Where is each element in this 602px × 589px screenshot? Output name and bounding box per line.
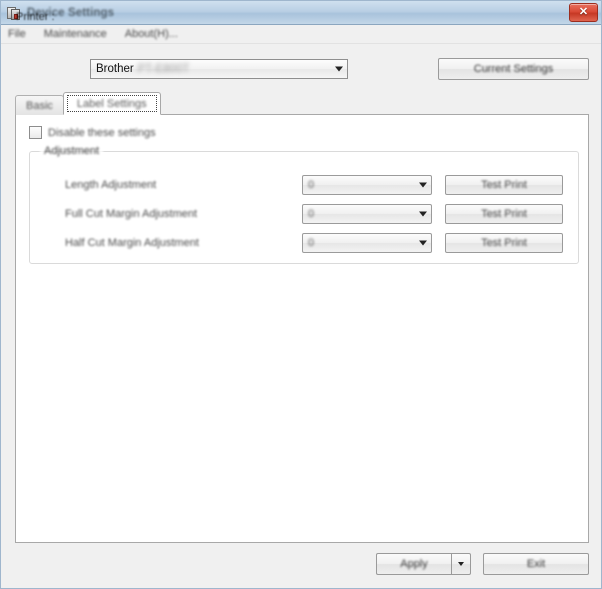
tab-label-settings[interactable]: Label Settings: [62, 92, 161, 115]
length-test-print-label: Test Print: [481, 179, 527, 191]
printer-select[interactable]: Brother PT-E800T: [90, 59, 348, 79]
chevron-down-icon: [419, 240, 427, 246]
chevron-down-icon: [458, 562, 464, 566]
row-length-adjustment: Length Adjustment 0 Test Print: [30, 175, 578, 197]
menu-item-maintenance[interactable]: Maintenance: [44, 26, 116, 42]
apply-button[interactable]: Apply: [376, 553, 451, 575]
menu-bar: File Maintenance About(H)...: [1, 25, 601, 44]
half-cut-margin-label: Half Cut Margin Adjustment: [65, 237, 199, 249]
disable-settings-checkbox[interactable]: [29, 126, 42, 139]
printer-model: PT-E800T: [137, 63, 190, 75]
chevron-down-icon: [335, 66, 343, 72]
chevron-down-icon: [419, 182, 427, 188]
adjustment-group-title: Adjustment: [40, 145, 104, 157]
menu-item-file[interactable]: File: [8, 26, 35, 42]
tab-label-settings-label: Label Settings: [76, 97, 147, 110]
label-settings-panel: Disable these settings Adjustment Length…: [15, 114, 589, 543]
full-cut-test-print-label: Test Print: [481, 208, 527, 220]
current-settings-button[interactable]: Current Settings: [438, 58, 589, 80]
chevron-down-icon: [419, 211, 427, 217]
row-half-cut-margin-adjustment: Half Cut Margin Adjustment 0 Test Print: [30, 233, 578, 255]
close-button[interactable]: ✕: [569, 3, 598, 22]
half-cut-test-print-label: Test Print: [481, 237, 527, 249]
length-adjustment-label: Length Adjustment: [65, 179, 157, 191]
half-cut-margin-value: 0: [308, 237, 315, 249]
half-cut-margin-select[interactable]: 0: [302, 233, 432, 253]
half-cut-test-print-button[interactable]: Test Print: [445, 233, 563, 253]
disable-settings-row[interactable]: Disable these settings: [29, 126, 156, 139]
adjustment-group: Adjustment Length Adjustment 0 Test Prin…: [29, 145, 579, 264]
device-settings-window: Device Settings ✕ File Maintenance About…: [0, 0, 602, 589]
printer-brand: Brother: [96, 63, 134, 75]
full-cut-margin-value: 0: [308, 208, 315, 220]
tab-basic[interactable]: Basic: [15, 95, 64, 115]
close-icon: ✕: [578, 6, 589, 18]
length-test-print-button[interactable]: Test Print: [445, 175, 563, 195]
printer-label: Printer :: [16, 11, 55, 23]
apply-dropdown-button[interactable]: [451, 553, 471, 575]
apply-label: Apply: [400, 558, 428, 570]
row-full-cut-margin-adjustment: Full Cut Margin Adjustment 0 Test Print: [30, 204, 578, 226]
full-cut-margin-label: Full Cut Margin Adjustment: [65, 208, 198, 220]
tab-basic-label: Basic: [26, 99, 53, 112]
exit-label: Exit: [526, 558, 546, 570]
full-cut-margin-select[interactable]: 0: [302, 204, 432, 224]
length-adjustment-select[interactable]: 0: [302, 175, 432, 195]
exit-button[interactable]: Exit: [483, 553, 589, 575]
tab-strip: Basic Label Settings: [15, 92, 161, 115]
title-bar: Device Settings ✕: [1, 1, 601, 25]
full-cut-test-print-button[interactable]: Test Print: [445, 204, 563, 224]
current-settings-label: Current Settings: [473, 63, 554, 75]
length-adjustment-value: 0: [308, 179, 315, 191]
disable-settings-label: Disable these settings: [48, 126, 156, 139]
menu-item-about[interactable]: About(H)...: [125, 26, 187, 42]
